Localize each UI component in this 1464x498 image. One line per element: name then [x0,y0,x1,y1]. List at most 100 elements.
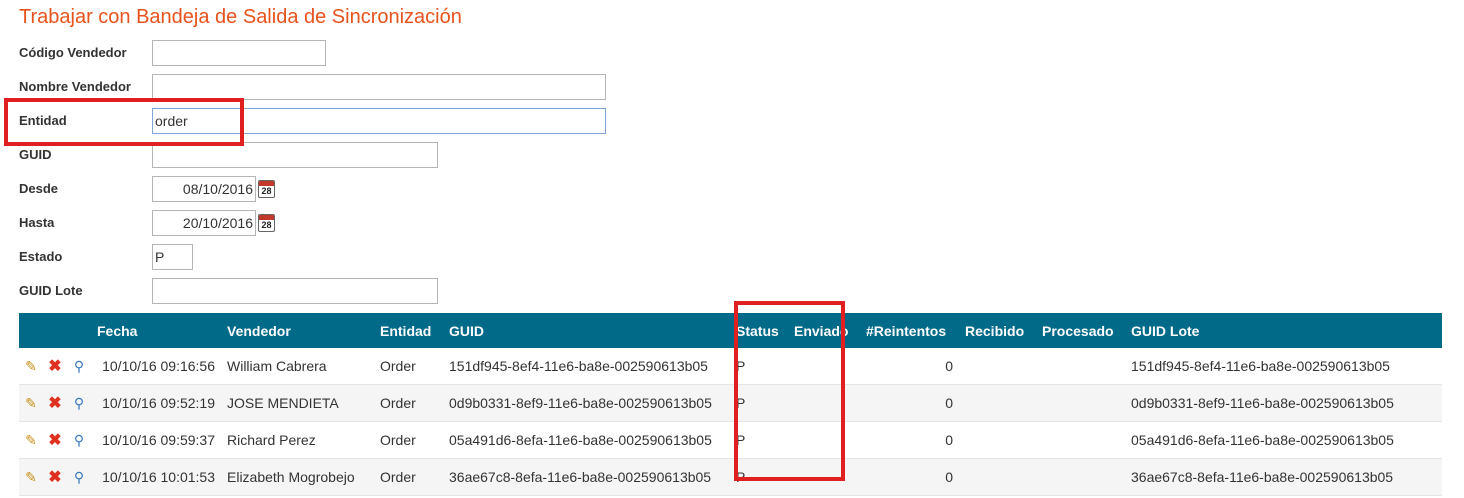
header-entidad[interactable]: Entidad [374,313,443,348]
magnifier-icon[interactable]: ⚲ [74,395,84,412]
header-status[interactable]: Status [730,313,788,348]
cell-guid: 05a491d6-8efa-11e6-ba8e-002590613b05 [443,421,730,459]
delete-icon[interactable]: ✖ [48,430,61,450]
entidad-input[interactable] [152,108,606,134]
cell-entidad: Order [374,421,443,459]
header-delete-col [43,313,67,348]
cell-fecha: 10/10/16 10:01:53 [91,458,221,496]
calendar-icon[interactable]: 28 [258,180,275,198]
calendar-icon[interactable]: 28 [258,214,275,232]
cell-guid: 151df945-8ef4-11e6-ba8e-002590613b05 [443,348,730,385]
cell-reintentos: 0 [860,421,959,459]
cell-status: P [730,384,788,422]
table-row: ✎ ✖ ⚲ 10/10/16 09:52:19 JOSE MENDIETA Order 0d… [19,384,1442,422]
cell-procesado [1036,458,1125,496]
cell-enviado [788,458,860,496]
estado-label: Estado [19,249,63,264]
form-row-estado: Estado [19,244,719,270]
cell-enviado [788,421,860,459]
view-cell: ⚲ [67,348,91,385]
header-edit-col [19,313,43,348]
cell-vendedor: William Cabrera [221,348,374,385]
table-row: ✎ ✖ ⚲ 10/10/16 09:16:56 William Cabrera Order… [19,348,1442,385]
cell-guid-lote: 0d9b0331-8ef9-11e6-ba8e-002590613b05 [1125,384,1442,422]
edit-icon[interactable]: ✎ [25,358,37,375]
edit-icon[interactable]: ✎ [25,469,37,486]
cell-vendedor: Richard Perez [221,421,374,459]
edit-icon[interactable]: ✎ [25,395,37,412]
magnifier-icon[interactable]: ⚲ [74,469,84,486]
form-row-nombre-vendedor: Nombre Vendedor [19,74,719,100]
guid-input[interactable] [152,142,438,168]
hasta-label: Hasta [19,215,55,230]
edit-cell: ✎ [19,421,43,459]
header-fecha[interactable]: Fecha [91,313,221,348]
header-guid[interactable]: GUID [443,313,730,348]
cell-recibido [959,384,1036,422]
form-row-codigo-vendedor: Código Vendedor [19,40,719,66]
table-header-row: Fecha Vendedor Entidad GUID Status Envia… [19,313,1442,348]
edit-cell: ✎ [19,384,43,422]
page-title: Trabajar con Bandeja de Salida de Sincro… [19,6,462,28]
cell-vendedor: JOSE MENDIETA [221,384,374,422]
delete-cell: ✖ [43,384,67,422]
cell-enviado [788,348,860,385]
nombre-vendedor-input[interactable] [152,74,606,100]
delete-icon[interactable]: ✖ [48,467,61,487]
edit-icon[interactable]: ✎ [25,432,37,449]
form-row-hasta: Hasta 28 [19,210,719,236]
nombre-vendedor-label: Nombre Vendedor [19,79,131,94]
magnifier-icon[interactable]: ⚲ [74,432,84,449]
codigo-vendedor-label: Código Vendedor [19,45,127,60]
hasta-date-input[interactable] [152,210,256,236]
header-view-col [67,313,91,348]
delete-cell: ✖ [43,348,67,385]
form-row-guid-lote: GUID Lote [19,278,719,304]
magnifier-icon[interactable]: ⚲ [74,358,84,375]
estado-input[interactable] [152,244,193,270]
sync-outbox-table: Fecha Vendedor Entidad GUID Status Envia… [19,313,1442,496]
codigo-vendedor-input[interactable] [152,40,326,66]
cell-procesado [1036,421,1125,459]
delete-icon[interactable]: ✖ [48,356,61,376]
cell-guid-lote: 05a491d6-8efa-11e6-ba8e-002590613b05 [1125,421,1442,459]
cell-fecha: 10/10/16 09:59:37 [91,421,221,459]
table-row: ✎ ✖ ⚲ 10/10/16 10:01:53 Elizabeth Mogrobejo O… [19,458,1442,496]
cell-reintentos: 0 [860,458,959,496]
cell-guid: 0d9b0331-8ef9-11e6-ba8e-002590613b05 [443,384,730,422]
cell-entidad: Order [374,458,443,496]
header-procesado[interactable]: Procesado [1036,313,1125,348]
header-recibido[interactable]: Recibido [959,313,1036,348]
delete-cell: ✖ [43,421,67,459]
desde-date-input[interactable] [152,176,256,202]
view-cell: ⚲ [67,421,91,459]
cell-status: P [730,458,788,496]
header-guid-lote[interactable]: GUID Lote [1125,313,1442,348]
entidad-label: Entidad [19,113,67,128]
cell-recibido [959,348,1036,385]
guid-lote-input[interactable] [152,278,438,304]
view-cell: ⚲ [67,384,91,422]
header-vendedor[interactable]: Vendedor [221,313,374,348]
cell-entidad: Order [374,348,443,385]
guid-label: GUID [19,147,52,162]
cell-guid-lote: 36ae67c8-8efa-11e6-ba8e-002590613b05 [1125,458,1442,496]
cell-enviado [788,384,860,422]
header-reintentos[interactable]: #Reintentos [860,313,959,348]
cell-entidad: Order [374,384,443,422]
delete-cell: ✖ [43,458,67,496]
header-enviado[interactable]: Enviado [788,313,860,348]
desde-label: Desde [19,181,59,196]
cell-status: P [730,348,788,385]
edit-cell: ✎ [19,348,43,385]
cell-reintentos: 0 [860,384,959,422]
cell-procesado [1036,348,1125,385]
cell-fecha: 10/10/16 09:16:56 [91,348,221,385]
cell-fecha: 10/10/16 09:52:19 [91,384,221,422]
cell-recibido [959,458,1036,496]
cell-recibido [959,421,1036,459]
form-row-entidad: Entidad [19,108,719,134]
cell-reintentos: 0 [860,348,959,385]
delete-icon[interactable]: ✖ [48,393,61,413]
form-row-desde: Desde 28 [19,176,719,202]
